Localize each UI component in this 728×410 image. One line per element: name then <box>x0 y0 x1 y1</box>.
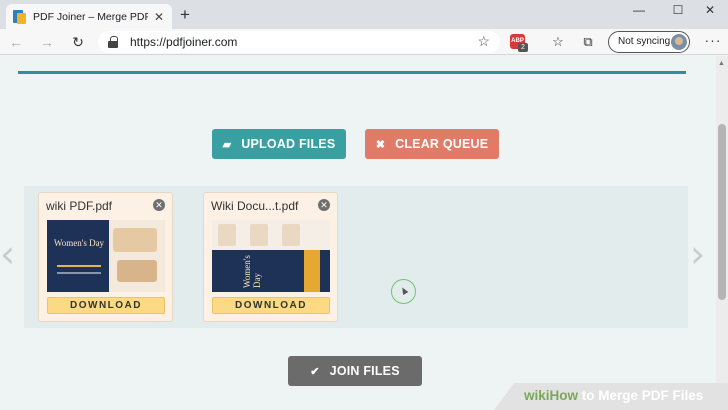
remove-file-icon[interactable]: ✕ <box>318 199 330 211</box>
chevron-right-icon[interactable]: › <box>690 232 705 276</box>
favorites-icon[interactable]: ☆ <box>548 32 568 52</box>
file-card: wiki PDF.pdf ✕ Women's Day DOWNLOAD <box>38 192 173 322</box>
file-card: Wiki Docu...t.pdf ✕ Women's Day DOWNLOAD <box>203 192 338 322</box>
thumbnail-text: Women's Day <box>53 238 105 248</box>
join-files-label: JOIN FILES <box>329 364 400 378</box>
minimize-button[interactable]: — <box>621 0 657 22</box>
pdfjoiner-favicon-icon <box>12 9 26 24</box>
adblock-count-badge: 2 <box>518 43 528 52</box>
browser-tab[interactable]: PDF Joiner – Merge PDF Files Or ✕ <box>6 4 172 29</box>
clear-queue-button[interactable]: ✖ CLEAR QUEUE <box>365 129 499 159</box>
scrollbar-thumb[interactable] <box>718 124 726 300</box>
watermark-edge <box>494 383 514 410</box>
settings-menu-icon[interactable]: ··· <box>703 32 723 48</box>
download-button[interactable]: DOWNLOAD <box>47 297 165 314</box>
new-tab-button[interactable]: + <box>176 6 194 24</box>
download-button[interactable]: DOWNLOAD <box>212 297 330 314</box>
profile-sync-button[interactable]: Not syncing <box>608 31 690 53</box>
clear-queue-label: CLEAR QUEUE <box>395 137 489 151</box>
chevron-left-icon[interactable]: ‹ <box>0 232 15 276</box>
watermark-text: wikiHow to Merge PDF Files <box>524 388 704 403</box>
upload-files-button[interactable]: ▰ UPLOAD FILES <box>212 129 346 159</box>
favorite-star-icon[interactable]: ☆ <box>477 33 490 50</box>
file-thumbnail: Women's Day <box>212 220 330 292</box>
remove-file-icon[interactable]: ✕ <box>153 199 165 211</box>
lock-icon <box>108 36 118 48</box>
join-files-button[interactable]: ✔ JOIN FILES <box>288 356 422 386</box>
avatar <box>671 34 687 50</box>
file-thumbnail: Women's Day <box>47 220 165 292</box>
tab-title: PDF Joiner – Merge PDF Files Or <box>33 10 148 23</box>
browser-tab-bar: PDF Joiner – Merge PDF Files Or ✕ + — ☐ … <box>0 0 728 29</box>
file-name: Wiki Docu...t.pdf <box>211 199 299 213</box>
tab-close-icon[interactable]: ✕ <box>152 10 166 24</box>
close-window-button[interactable]: ✕ <box>692 0 728 22</box>
back-button[interactable]: ← <box>5 32 27 52</box>
file-name: wiki PDF.pdf <box>46 199 113 213</box>
sync-label: Not syncing <box>618 36 671 47</box>
header-divider <box>18 71 686 74</box>
page-scrollbar[interactable]: ▲ <box>716 56 728 410</box>
forward-button[interactable]: → <box>36 32 58 52</box>
maximize-button[interactable]: ☐ <box>660 0 696 22</box>
reload-button[interactable]: ↻ <box>67 32 89 52</box>
browser-toolbar: ← → ↻ https://pdfjoiner.com ☆ ABP 2 ☆ ⧉ … <box>0 29 728 55</box>
scroll-up-icon[interactable]: ▲ <box>718 60 725 67</box>
collections-icon[interactable]: ⧉ <box>578 32 598 52</box>
thumbnail-text: Women's Day <box>242 255 262 288</box>
address-bar[interactable]: https://pdfjoiner.com ☆ <box>98 31 500 53</box>
checkmark-icon: ✔ <box>310 365 320 378</box>
url-text: https://pdfjoiner.com <box>130 35 238 49</box>
upload-files-label: UPLOAD FILES <box>241 137 336 151</box>
folder-open-icon: ▰ <box>222 138 232 151</box>
x-icon: ✖ <box>375 138 386 151</box>
